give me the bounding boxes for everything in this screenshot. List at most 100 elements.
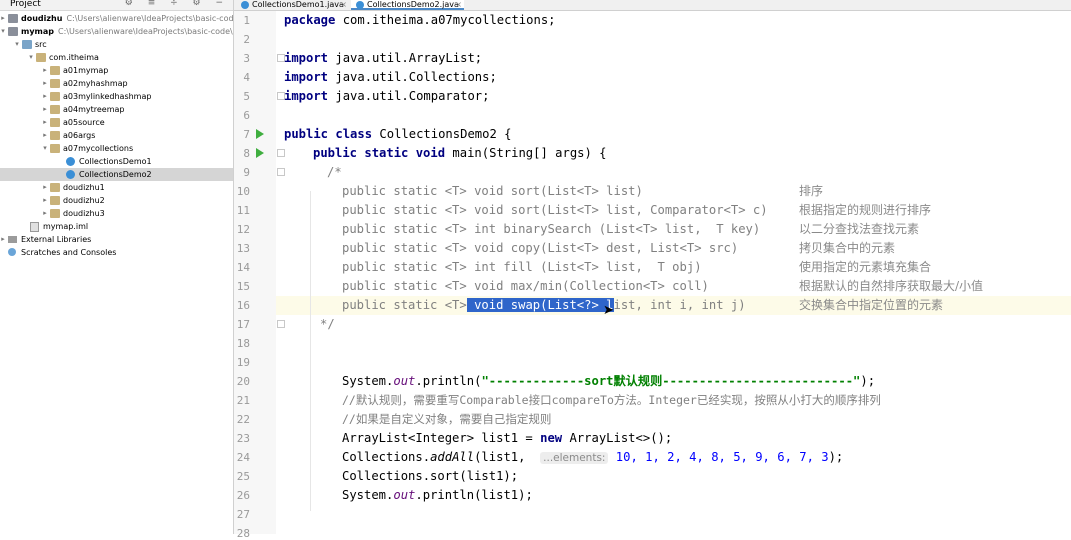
tree-item[interactable]: ▸ doudizhu1 (0, 181, 233, 194)
tree-item-label: a05source (63, 118, 105, 127)
line-number: 4 (243, 71, 250, 84)
tree-item[interactable]: ▸ doudizhu3 (0, 207, 233, 220)
tree-item[interactable]: CollectionsDemo1 (0, 155, 233, 168)
code-line-26: System.out.println(list1); (342, 488, 533, 502)
chevron-right-icon[interactable]: ▸ (41, 64, 49, 77)
package-icon (50, 79, 60, 88)
chevron-right-icon[interactable]: ▸ (41, 77, 49, 90)
mouse-cursor-icon: ➤ (603, 303, 614, 318)
line-number: 27 (236, 508, 250, 521)
code-line-11: public static <T> void sort(List<T> list… (342, 203, 768, 217)
tab-collectionsdemo1[interactable]: CollectionsDemo1.java × (236, 0, 349, 10)
tree-item-label: mymap.iml (43, 222, 89, 231)
tree-item-label: a06args (63, 131, 96, 140)
package-icon (36, 53, 46, 62)
tree-item[interactable]: ▸ a03mylinkedhashmap (0, 90, 233, 103)
folder-src-icon (22, 40, 32, 49)
java-class-icon (356, 1, 364, 9)
parameter-hint: ...elements: (540, 452, 609, 464)
tree-item[interactable]: ▸ a05source (0, 116, 233, 129)
editor-tabs: CollectionsDemo1.java × CollectionsDemo2… (234, 0, 1071, 11)
chevron-right-icon[interactable]: ▸ (41, 90, 49, 103)
tree-item[interactable]: CollectionsDemo2 (0, 168, 233, 181)
comment-zh-11: 根据指定的规则进行排序 (799, 203, 932, 217)
close-icon[interactable]: × (340, 0, 347, 9)
line-number: 22 (236, 413, 250, 426)
comment-zh-16: 交换集合中指定位置的元素 (799, 298, 944, 312)
line-number: 23 (236, 432, 250, 445)
tree-item-label: CollectionsDemo2 (79, 170, 152, 179)
tree-item[interactable]: ▸ External Libraries (0, 233, 233, 246)
comment-zh-13: 拷贝集合中的元素 (799, 241, 896, 255)
project-panel-header: Project ⚙ ≡ ÷ ⚙ − (0, 0, 233, 11)
line-number: 9 (243, 166, 250, 179)
code-editor[interactable]: package com.itheima.a07mycollections; im… (276, 11, 1071, 534)
run-icon[interactable] (256, 148, 264, 158)
chevron-down-icon[interactable]: ▾ (41, 142, 49, 155)
tree-item-label: a04mytreemap (63, 105, 125, 114)
tree-item[interactable]: ▸ a04mytreemap (0, 103, 233, 116)
code-line-17: */ (320, 317, 335, 331)
code-line-5: import java.util.Comparator; (284, 89, 490, 103)
chevron-down-icon[interactable]: ▾ (13, 38, 21, 51)
tree-item[interactable]: ▸ doudizhu2 (0, 194, 233, 207)
classfile-icon (66, 170, 75, 179)
code-line-23: ArrayList<Integer> list1 = new ArrayList… (342, 431, 673, 445)
chevron-right-icon[interactable]: ▸ (41, 116, 49, 129)
tab-label: CollectionsDemo1.java (252, 0, 344, 9)
tree-item[interactable]: ▾ com.itheima (0, 51, 233, 64)
code-line-14: public static <T> int fill (List<T> list… (342, 260, 702, 274)
chevron-right-icon[interactable]: ▸ (0, 233, 7, 246)
tree-item-label: com.itheima (49, 53, 99, 62)
line-number: 16 (236, 299, 250, 312)
line-number: 25 (236, 470, 250, 483)
tree-item-label: a03mylinkedhashmap (63, 92, 152, 101)
line-number: 13 (236, 242, 250, 255)
chevron-right-icon[interactable]: ▸ (41, 129, 49, 142)
code-line-1: package com.itheima.a07mycollections; (284, 13, 556, 27)
close-icon[interactable]: × (455, 0, 462, 9)
comment-zh-14: 使用指定的元素填充集合 (799, 260, 932, 274)
package-icon (50, 118, 60, 127)
editor-gutter[interactable]: 1 2 3 4 5 6 7 8 9 10 11 12 13 14 15 16 17 18 19 20 21 22 23 24 2… (234, 11, 285, 540)
code-line-13: public static <T> void copy(List<T> dest… (342, 241, 739, 255)
chevron-right-icon[interactable]: ▸ (41, 207, 49, 220)
package-icon (50, 196, 60, 205)
line-number: 14 (236, 261, 250, 274)
project-toolbar[interactable]: ⚙ ≡ ÷ ⚙ − (125, 0, 229, 8)
chevron-right-icon[interactable]: ▸ (41, 103, 49, 116)
package-icon (50, 105, 60, 114)
tree-item[interactable]: ▸ a01mymap (0, 64, 233, 77)
chevron-down-icon[interactable]: ▾ (0, 25, 7, 38)
line-number: 7 (243, 128, 250, 141)
tree-item[interactable]: ▾ a07mycollections (0, 142, 233, 155)
code-line-8: public static void main(String[] args) { (313, 146, 607, 160)
line-number: 5 (243, 90, 250, 103)
tree-item[interactable]: ▸ doudizhu C:\Users\alienware\IdeaProjects… (0, 12, 233, 25)
run-icon[interactable] (256, 129, 264, 139)
chevron-down-icon[interactable]: ▾ (27, 51, 35, 64)
iml-icon (30, 222, 39, 232)
tab-collectionsdemo2[interactable]: CollectionsDemo2.java × (351, 0, 464, 10)
chevron-right-icon[interactable]: ▸ (0, 12, 7, 25)
chevron-right-icon[interactable]: ▸ (41, 194, 49, 207)
code-line-20: System.out.println("-------------sort默认规… (342, 374, 876, 388)
tree-item-label: doudizhu C:\Users\alienware\IdeaProjects\… (21, 12, 233, 25)
tree-item[interactable]: ▸ a02myhashmap (0, 77, 233, 90)
package-icon (50, 209, 60, 218)
classfile-icon (66, 157, 75, 166)
chevron-right-icon[interactable]: ▸ (41, 181, 49, 194)
tree-item[interactable]: Scratches and Consoles (0, 246, 233, 259)
code-line-10: public static <T> void sort(List<T> list… (342, 184, 643, 198)
code-line-16: public static <T> void swap(List<?> list… (342, 298, 746, 312)
line-number: 19 (236, 356, 250, 369)
tree-item[interactable]: mymap.iml (0, 220, 233, 233)
code-line-24: Collections.addAll(list1, ...elements: 1… (342, 450, 844, 464)
project-panel: Project ⚙ ≡ ÷ ⚙ − ▸ doudizhu C:\Users\alie… (0, 0, 234, 534)
tree-item[interactable]: ▾ src (0, 38, 233, 51)
java-class-icon (241, 1, 249, 9)
project-title[interactable]: Project (10, 0, 41, 9)
line-number: 2 (243, 33, 250, 46)
tree-item[interactable]: ▾ mymap C:\Users\alienware\IdeaProjects\ba… (0, 25, 233, 38)
tree-item[interactable]: ▸ a06args (0, 129, 233, 142)
